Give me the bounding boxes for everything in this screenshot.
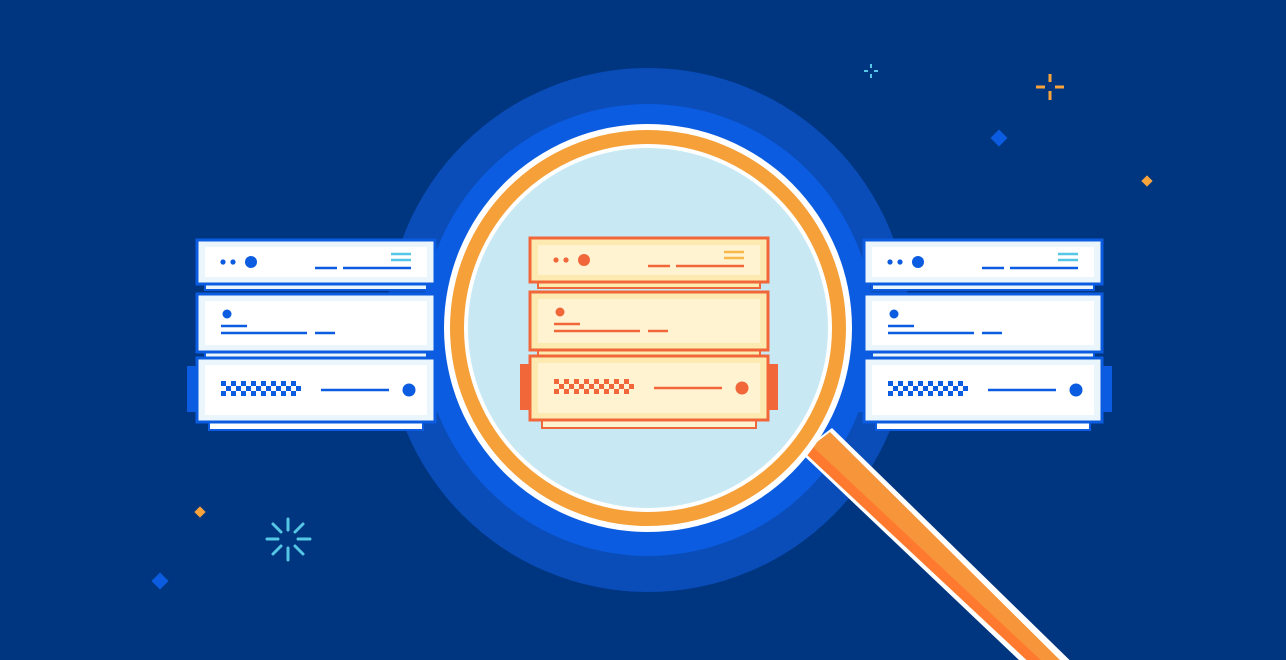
illustration-svg	[0, 0, 1286, 660]
server-rack-icon-left	[185, 238, 447, 432]
illustration-scene	[0, 0, 1286, 660]
server-rack-icon-highlighted	[518, 236, 780, 430]
server-rack-icon-right	[852, 238, 1114, 432]
